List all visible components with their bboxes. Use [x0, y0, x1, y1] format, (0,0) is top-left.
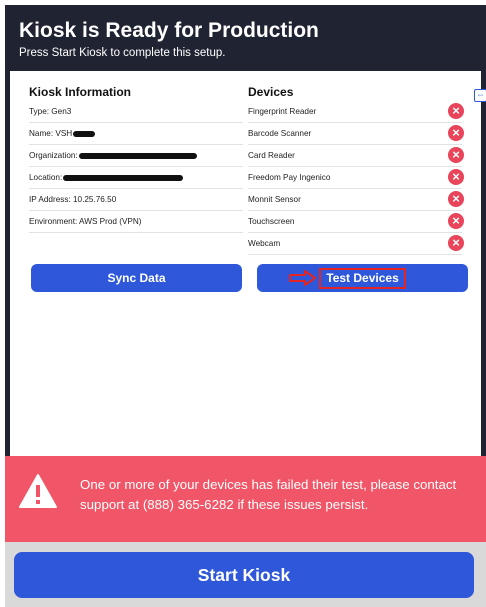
info-row-environment: Environment: AWS Prod (VPN)	[29, 211, 243, 233]
devices-heading: Devices	[248, 85, 294, 99]
redaction-mark	[78, 152, 197, 159]
info-type: Type: Gen3	[29, 107, 72, 116]
alert-message: One or more of your devices has failed t…	[80, 477, 457, 512]
info-environment: Environment: AWS Prod (VPN)	[29, 217, 142, 226]
test-devices-label: Test Devices	[319, 268, 406, 289]
device-name: Card Reader	[248, 151, 295, 160]
info-organization: Organization:	[29, 151, 78, 160]
device-row: Fingerprint Reader ×	[248, 101, 464, 123]
redaction-mark	[73, 130, 96, 137]
device-row: Freedom Pay Ingenico ×	[248, 167, 464, 189]
failure-alert: One or more of your devices has failed t…	[5, 456, 486, 542]
page-subtitle: Press Start Kiosk to complete this setup…	[19, 47, 226, 59]
info-row-type: Type: Gen3	[29, 101, 243, 123]
info-row-ip: IP Address: 10.25.76.50	[29, 189, 243, 211]
info-row-organization: Organization:	[29, 145, 243, 167]
device-row: Card Reader ×	[248, 145, 464, 167]
page-title: Kiosk is Ready for Production	[19, 19, 319, 42]
devices-list: Fingerprint Reader × Barcode Scanner × C…	[248, 101, 464, 255]
info-name: Name: VSH	[29, 129, 73, 138]
annotation-arrow-icon	[289, 270, 316, 286]
test-devices-button[interactable]: Test Devices	[257, 264, 468, 292]
header: Kiosk is Ready for Production Press Star…	[5, 5, 486, 71]
kiosk-info-list: Type: Gen3 Name: VSH Organization: Locat…	[29, 101, 243, 233]
device-name: Webcam	[248, 239, 281, 248]
device-row: Touchscreen ×	[248, 211, 464, 233]
info-location: Location:	[29, 173, 63, 182]
info-row-name: Name: VSH	[29, 123, 243, 145]
device-name: Freedom Pay Ingenico	[248, 173, 331, 182]
footer: Start Kiosk	[5, 542, 486, 607]
failed-x-icon: ×	[448, 147, 464, 163]
failed-x-icon: ×	[448, 169, 464, 185]
device-row: Webcam ×	[248, 233, 464, 255]
failed-x-icon: ×	[448, 213, 464, 229]
device-row: Monnit Sensor ×	[248, 189, 464, 211]
sync-data-button[interactable]: Sync Data	[31, 264, 242, 292]
info-ip-address: IP Address: 10.25.76.50	[29, 195, 117, 204]
content-panel: Kiosk Information Devices Type: Gen3 Nam…	[10, 71, 481, 456]
failed-x-icon: ×	[448, 103, 464, 119]
failed-x-icon: ×	[448, 125, 464, 141]
warning-icon	[19, 474, 57, 508]
device-name: Fingerprint Reader	[248, 107, 317, 116]
start-kiosk-button[interactable]: Start Kiosk	[14, 552, 474, 598]
device-row: Barcode Scanner ×	[248, 123, 464, 145]
kiosk-info-heading: Kiosk Information	[29, 85, 132, 99]
device-name: Monnit Sensor	[248, 195, 301, 204]
failed-x-icon: ×	[448, 235, 464, 251]
kiosk-window: Kiosk is Ready for Production Press Star…	[5, 5, 486, 607]
device-name: Barcode Scanner	[248, 129, 312, 138]
info-row-location: Location:	[29, 167, 243, 189]
collapse-handle-icon[interactable]: ⇔	[474, 89, 486, 102]
redaction-mark	[63, 174, 184, 181]
device-name: Touchscreen	[248, 217, 295, 226]
failed-x-icon: ×	[448, 191, 464, 207]
